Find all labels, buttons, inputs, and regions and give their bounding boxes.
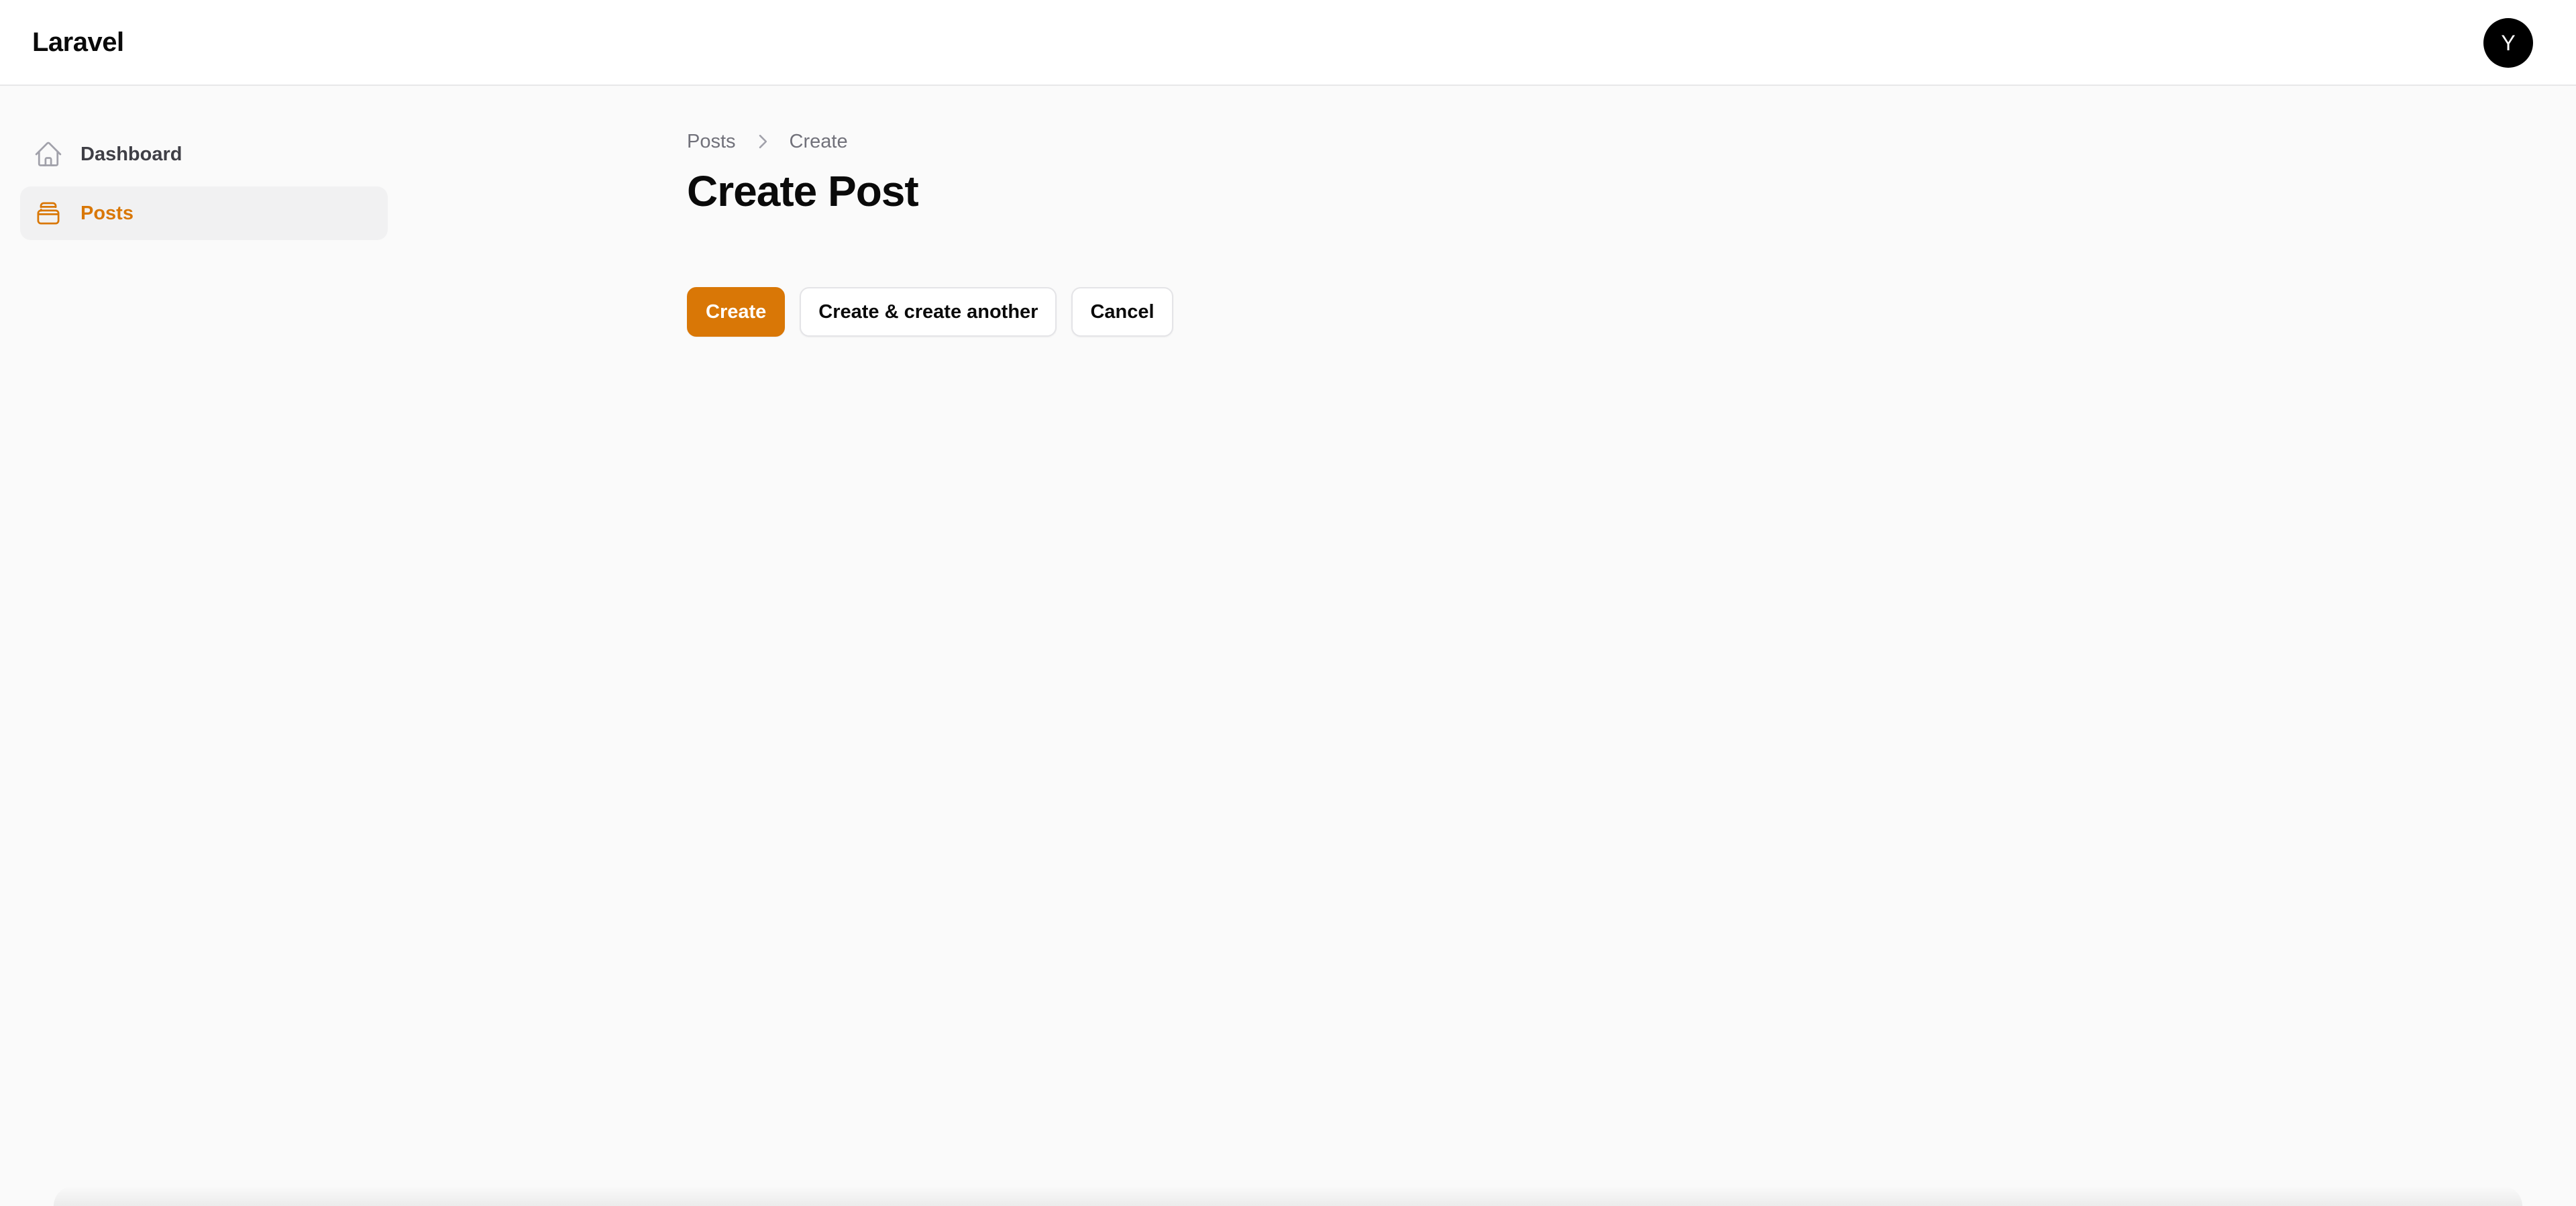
form-actions: Create Create & create another Cancel <box>687 287 1173 337</box>
user-avatar[interactable]: Y <box>2483 18 2533 68</box>
bottom-shadow-divider <box>54 1186 2522 1206</box>
home-icon <box>34 140 63 169</box>
page-title: Create Post <box>687 167 919 215</box>
top-bar: Laravel Y <box>0 0 2576 86</box>
sidebar: Dashboard Posts <box>20 127 388 245</box>
sidebar-item-label: Posts <box>80 202 133 224</box>
main-content: Posts Create Create Post Create Create &… <box>687 127 1173 337</box>
breadcrumb-posts-link[interactable]: Posts <box>687 131 736 153</box>
inbox-stack-icon <box>34 199 63 228</box>
cancel-button[interactable]: Cancel <box>1071 287 1173 337</box>
sidebar-item-label: Dashboard <box>80 143 182 165</box>
app-shell: Laravel Y Dashboard Posts Posts Create C… <box>0 0 2576 1206</box>
sidebar-item-dashboard[interactable]: Dashboard <box>20 127 388 181</box>
sidebar-item-posts[interactable]: Posts <box>20 186 388 240</box>
breadcrumb: Posts Create <box>687 127 1173 156</box>
create-another-button[interactable]: Create & create another <box>800 287 1057 337</box>
brand-logo-text[interactable]: Laravel <box>32 25 124 59</box>
chevron-right-icon <box>752 131 773 152</box>
breadcrumb-current: Create <box>789 130 848 152</box>
create-button[interactable]: Create <box>687 287 786 337</box>
